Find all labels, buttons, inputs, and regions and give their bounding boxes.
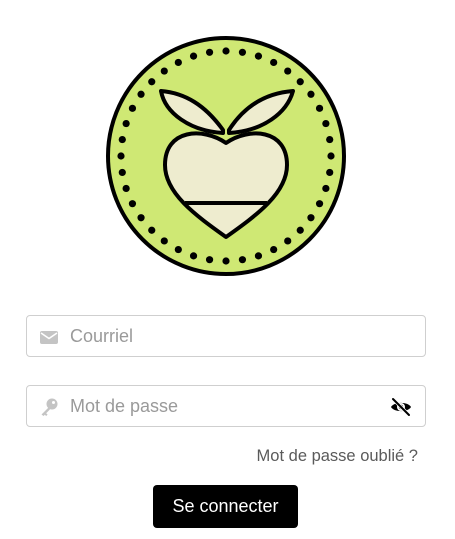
envelope-icon [40,331,58,344]
ring-dot [307,214,315,222]
ring-dot [326,135,334,144]
ring-dot [270,245,278,254]
ring-dot [254,252,263,260]
forgot-password-link[interactable]: Mot de passe oublié ? [257,447,418,466]
ring-dot [122,119,130,128]
ring-dot [205,48,214,56]
ring-dot [307,90,315,98]
ring-dot [254,52,263,60]
ring-dot [222,47,230,55]
ring-dot [148,226,156,234]
ring-dot [322,184,330,193]
ring-dot [238,256,247,264]
ring-dot [137,214,145,222]
ring-dot [117,152,125,160]
ring-dot [189,252,198,260]
password-field[interactable] [26,385,426,427]
email-field[interactable] [26,315,426,357]
ring-dot [174,245,182,254]
ring-dot [270,58,278,67]
eye-slash-icon[interactable] [389,395,413,419]
ring-dot [118,168,126,177]
ring-dot [118,135,126,144]
ring-dot [128,104,137,112]
ring-dot [160,237,168,245]
key-icon [41,398,58,416]
ring-dot [315,200,324,208]
ring-dot [122,184,130,193]
turnip-logo [106,36,346,276]
ring-dot [284,237,292,245]
ring-dot [148,78,156,86]
email-input[interactable] [70,316,370,356]
ring-dot [174,58,182,67]
ring-dot [296,78,304,86]
ring-dot [137,90,145,98]
password-input[interactable] [70,386,370,426]
ring-dot [189,52,198,60]
ring-dot [326,168,334,177]
ring-dot [284,67,292,75]
ring-dot [128,200,137,208]
ring-dot [296,226,304,234]
ring-dot [160,67,168,75]
ring-dot [205,256,214,264]
login-button[interactable]: Se connecter [153,485,298,528]
ring-dot [222,257,230,265]
ring-dot [238,48,247,56]
ring-dot [327,152,335,160]
ring-dot [315,104,324,112]
ring-dot [322,119,330,128]
